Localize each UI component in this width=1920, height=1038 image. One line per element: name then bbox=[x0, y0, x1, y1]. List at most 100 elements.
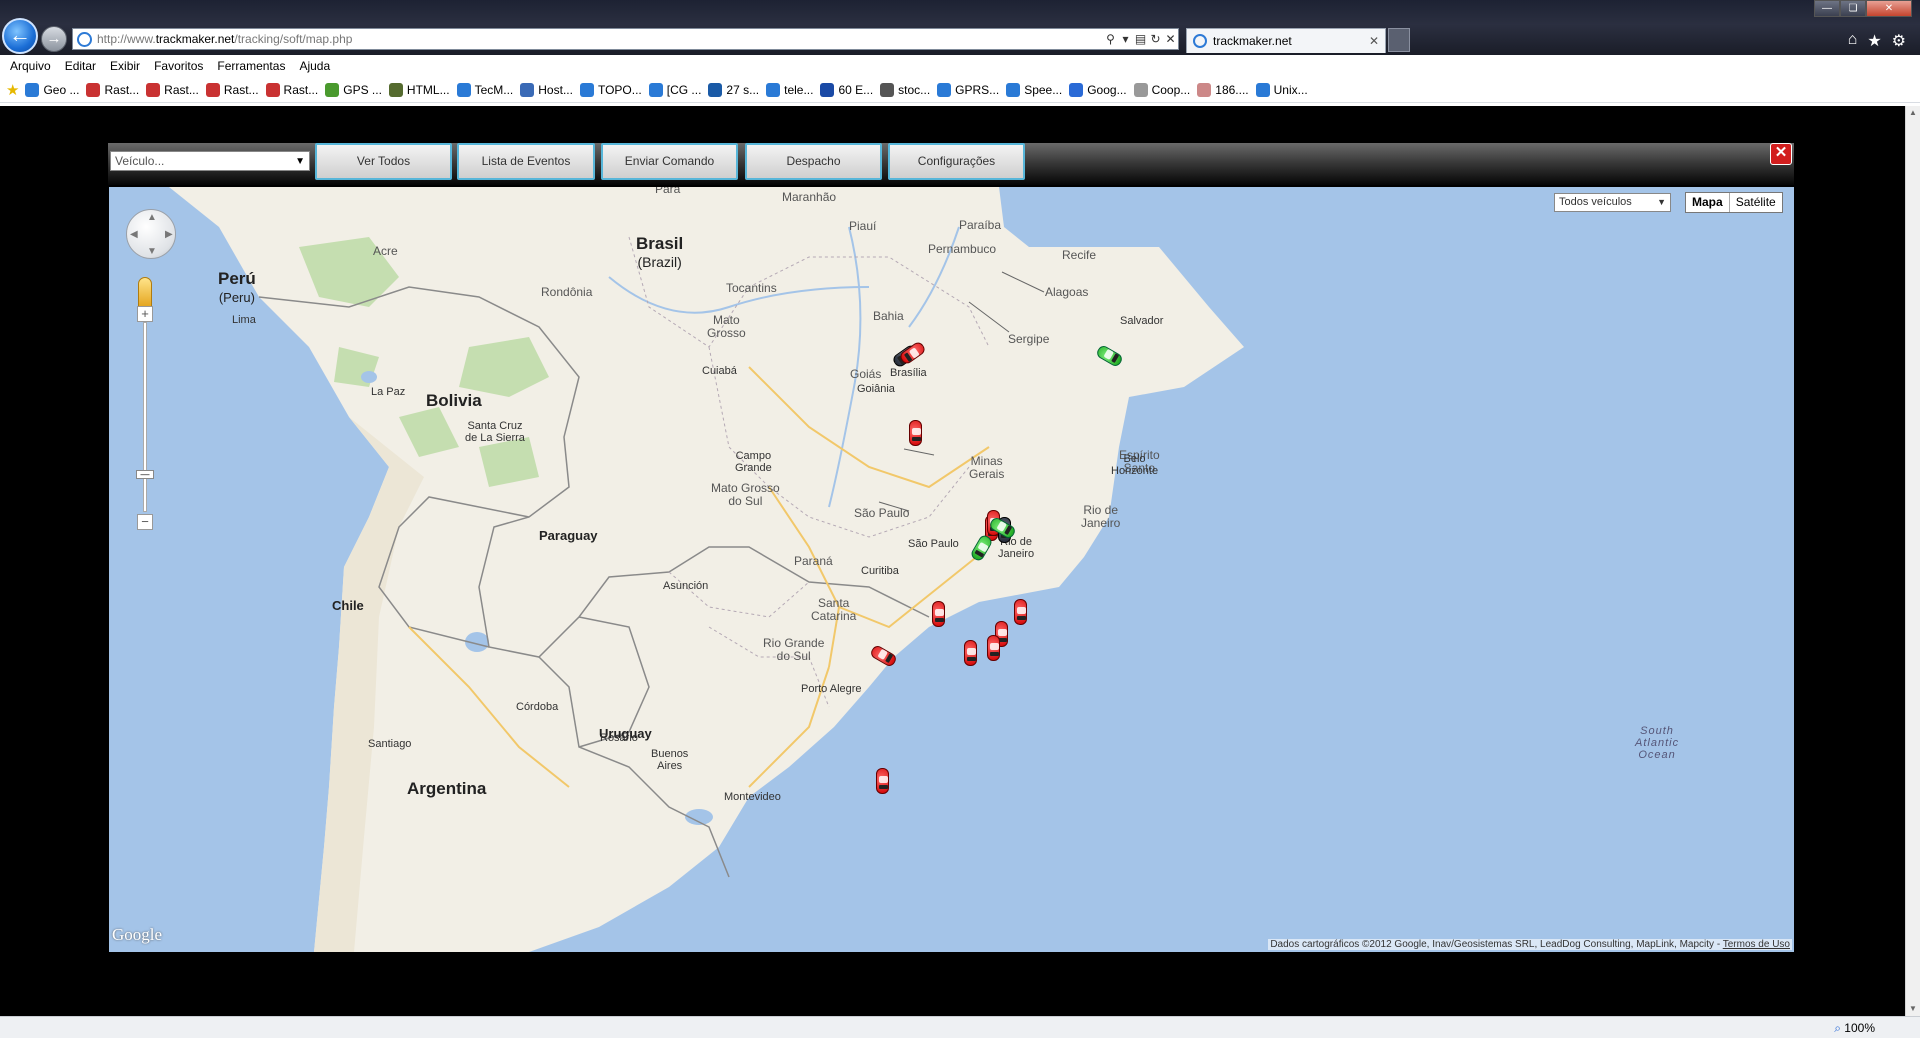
forward-button[interactable]: → bbox=[41, 26, 67, 52]
favorite-link[interactable]: Rast... bbox=[205, 82, 259, 97]
favorite-link[interactable]: tele... bbox=[766, 82, 813, 97]
zoom-out-button[interactable]: − bbox=[137, 514, 153, 530]
favorite-link[interactable]: Spee... bbox=[1006, 82, 1062, 97]
favorite-link[interactable]: Rast... bbox=[265, 82, 318, 97]
label-bolivia: Bolivia bbox=[426, 391, 482, 410]
tab-close-icon[interactable]: ✕ bbox=[1369, 34, 1385, 48]
menu-ferramentas[interactable]: Ferramentas bbox=[217, 59, 285, 73]
page-scrollbar[interactable]: ▲ ▼ bbox=[1905, 106, 1920, 1016]
scroll-up-icon[interactable]: ▲ bbox=[1906, 106, 1920, 120]
vehicle-select[interactable]: Veículo... ▼ bbox=[110, 151, 310, 171]
home-icon[interactable]: ⌂ bbox=[1848, 31, 1858, 51]
chevron-down-icon: ▼ bbox=[1657, 197, 1666, 207]
favorite-favicon-icon bbox=[325, 82, 340, 97]
favorite-link[interactable]: Goog... bbox=[1069, 82, 1127, 97]
zoom-in-button[interactable]: + bbox=[137, 306, 153, 322]
favorite-link[interactable]: 60 E... bbox=[820, 82, 873, 97]
label-lima: Lima bbox=[232, 314, 256, 326]
favorite-link[interactable]: Rast... bbox=[146, 82, 199, 97]
label-santiago: Santiago bbox=[368, 738, 412, 750]
vehicle-marker[interactable] bbox=[987, 635, 1000, 661]
map-type-map-button[interactable]: Mapa bbox=[1686, 193, 1730, 212]
menu-editar[interactable]: Editar bbox=[65, 59, 96, 73]
favorite-link[interactable]: Geo ... bbox=[25, 82, 79, 97]
pan-left-icon[interactable]: ◀ bbox=[130, 229, 138, 240]
favorite-link[interactable]: 27 s... bbox=[708, 82, 760, 97]
stop-icon[interactable]: ✕ bbox=[1163, 32, 1178, 46]
map-canvas[interactable]: Brasil (Brazil) Perú (Peru) Bolivia Paragu… bbox=[109, 187, 1794, 952]
favorite-favicon-icon bbox=[820, 82, 835, 97]
maximize-button[interactable]: ❏ bbox=[1840, 0, 1866, 17]
favorites-bar: ★ Geo ... Rast... Rast... Rast... Rast... GPS… bbox=[0, 77, 1920, 103]
label-asuncion: Asunción bbox=[663, 580, 709, 592]
favorite-label: Rast... bbox=[164, 82, 199, 97]
lista-de-eventos-button[interactable]: Lista de Eventos bbox=[457, 143, 595, 180]
zoom-slider-track[interactable] bbox=[143, 322, 147, 512]
favorite-link[interactable]: Rast... bbox=[86, 82, 139, 97]
menu-arquivo[interactable]: Arquivo bbox=[10, 59, 51, 73]
despacho-button[interactable]: Despacho bbox=[745, 143, 882, 180]
terms-link[interactable]: Termos de Uso bbox=[1723, 939, 1790, 950]
favorite-link[interactable]: Unix... bbox=[1255, 82, 1308, 97]
minimize-button[interactable]: — bbox=[1814, 0, 1840, 17]
settings-gear-icon[interactable]: ⚙ bbox=[1892, 31, 1906, 51]
status-bar: 100% bbox=[0, 1016, 1920, 1038]
favorite-label: Coop... bbox=[1151, 82, 1191, 97]
label-brasilia: Brasília bbox=[890, 367, 927, 379]
menu-exibir[interactable]: Exibir bbox=[110, 59, 140, 73]
zoom-level[interactable]: 100% bbox=[1834, 1021, 1875, 1036]
favorite-favicon-icon bbox=[579, 82, 594, 97]
label-chile: Chile bbox=[332, 598, 364, 613]
scroll-down-icon[interactable]: ▼ bbox=[1906, 1002, 1920, 1016]
label-santa-cruz: Santa Cruz de La Sierra bbox=[465, 420, 525, 444]
favorite-link[interactable]: Coop... bbox=[1133, 82, 1191, 97]
favorite-link[interactable]: 186.... bbox=[1197, 82, 1249, 97]
favorite-label: [CG ... bbox=[666, 82, 702, 97]
vehicle-marker[interactable] bbox=[964, 640, 977, 666]
zoom-slider-handle[interactable]: — bbox=[136, 470, 154, 479]
address-bar[interactable]: http://www.trackmaker.net/tracking/soft/… bbox=[72, 28, 1179, 50]
pan-up-icon[interactable]: ▲ bbox=[147, 212, 157, 223]
browser-tab[interactable]: trackmaker.net ✕ bbox=[1186, 28, 1386, 53]
window-close-button[interactable]: ✕ bbox=[1866, 0, 1912, 17]
vehicle-marker[interactable] bbox=[932, 601, 945, 627]
vehicle-marker[interactable] bbox=[876, 768, 889, 794]
pan-control[interactable]: ▲ ▼ ◀ ▶ bbox=[126, 209, 176, 259]
configuracoes-button[interactable]: Configurações bbox=[888, 143, 1025, 180]
dropdown-icon[interactable]: ▾ bbox=[1118, 32, 1133, 46]
favorite-label: GPRS... bbox=[955, 82, 1000, 97]
favorite-label: 186.... bbox=[1215, 82, 1249, 97]
compatibility-icon[interactable]: ▤ bbox=[1133, 32, 1148, 46]
vehicle-marker[interactable] bbox=[909, 420, 922, 446]
vehicle-marker[interactable] bbox=[1014, 599, 1027, 625]
address-url[interactable]: http://www.trackmaker.net/tracking/soft/… bbox=[97, 32, 1103, 46]
ver-todos-button[interactable]: Ver Todos bbox=[315, 143, 452, 180]
street-view-pegman-icon[interactable] bbox=[138, 277, 152, 309]
new-tab-button[interactable] bbox=[1388, 28, 1410, 52]
favorite-link[interactable]: [CG ... bbox=[648, 82, 702, 97]
favorite-link[interactable]: TecM... bbox=[456, 82, 513, 97]
menu-ajuda[interactable]: Ajuda bbox=[299, 59, 330, 73]
favorite-link[interactable]: GPS ... bbox=[325, 82, 382, 97]
favorite-label: 27 s... bbox=[726, 82, 760, 97]
map-type-satellite-button[interactable]: Satélite bbox=[1729, 193, 1782, 212]
favorites-star-icon[interactable]: ★ bbox=[1867, 31, 1881, 51]
label-campo-grande: Campo Grande bbox=[735, 450, 772, 474]
favorite-link[interactable]: Host... bbox=[520, 82, 573, 97]
favorite-link[interactable]: HTML... bbox=[388, 82, 450, 97]
favorite-link[interactable]: GPRS... bbox=[937, 82, 1000, 97]
favorite-favicon-icon bbox=[1133, 82, 1148, 97]
label-goias: Goiás bbox=[850, 367, 882, 381]
menu-favoritos[interactable]: Favoritos bbox=[154, 59, 203, 73]
pan-down-icon[interactable]: ▼ bbox=[147, 246, 157, 257]
favorite-link[interactable]: TOPO... bbox=[579, 82, 642, 97]
refresh-icon[interactable]: ↻ bbox=[1148, 32, 1163, 46]
search-icon[interactable]: ⚲ bbox=[1103, 32, 1118, 46]
favorites-add-icon[interactable]: ★ bbox=[6, 81, 19, 99]
vehicle-filter-select[interactable]: Todos veículos ▼ bbox=[1554, 193, 1671, 212]
back-button[interactable]: ← bbox=[2, 18, 38, 54]
enviar-comando-button[interactable]: Enviar Comando bbox=[601, 143, 738, 180]
close-icon[interactable]: ✕ bbox=[1770, 143, 1792, 165]
pan-right-icon[interactable]: ▶ bbox=[165, 229, 173, 240]
favorite-link[interactable]: stoc... bbox=[880, 82, 930, 97]
